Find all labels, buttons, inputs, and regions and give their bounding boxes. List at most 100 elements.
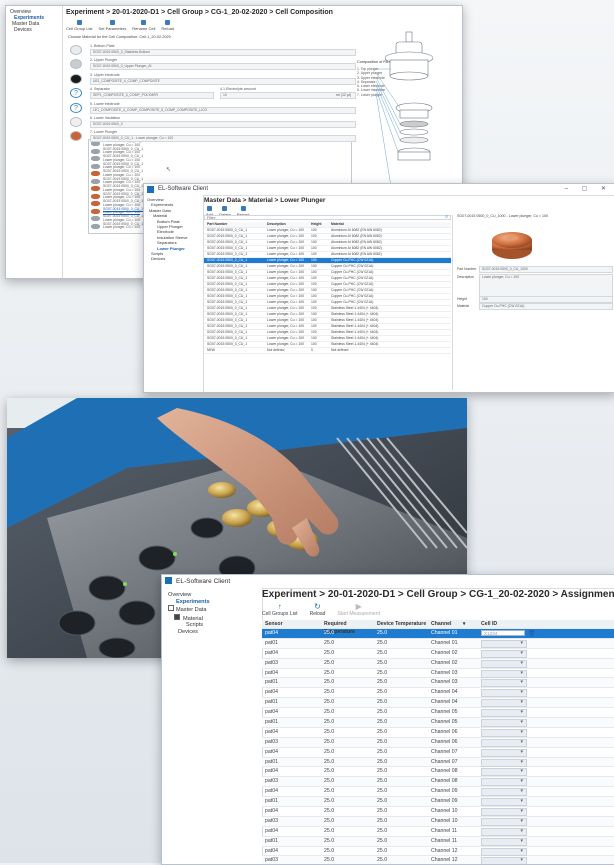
- table-row[interactable]: pat04 25.0 25.0 Channel 08: [262, 767, 614, 778]
- cell-id-select[interactable]: [481, 827, 527, 836]
- column-header[interactable]: Device Temperature: [377, 620, 431, 628]
- collapse-icon[interactable]: [168, 605, 174, 612]
- column-header[interactable]: Channel ▾: [431, 620, 481, 628]
- field-select[interactable]: UE1_COMPOSITE_4_COMP_COMPOSITE: [90, 77, 356, 85]
- cell-id-cell: [481, 847, 527, 856]
- table-row[interactable]: pat04 25.0 25.0 Channel 07: [262, 748, 614, 758]
- column-header[interactable]: Description: [267, 222, 311, 227]
- table-row[interactable]: pat04 25.0 25.0 Channel 12: [262, 847, 614, 857]
- filter-input[interactable]: Filter: ⌕: [204, 215, 451, 220]
- cell-id-select[interactable]: [481, 837, 527, 846]
- sidebar-item-material[interactable]: Material: [168, 613, 262, 623]
- reload-button[interactable]: Reload: [161, 20, 174, 31]
- table-cell: 25.0: [377, 709, 388, 716]
- cell-id-select[interactable]: [481, 817, 527, 826]
- table-cell: 0: [311, 348, 313, 352]
- field-select[interactable]: SG07-0015 0500_0_Stainless Bottom: [90, 49, 356, 56]
- table-row[interactable]: pat04 25.0 25.0 Channel 11: [262, 827, 614, 837]
- cell-groups-list-icon: ↑: [277, 602, 282, 611]
- table-row[interactable]: pat01 25.0 25.0 Channel 04: [262, 698, 614, 709]
- table-row[interactable]: pat04 25.0 25.0 Channel 10: [262, 807, 614, 817]
- field-select[interactable]: SG07-0015 0500_0_CU_1 - Lower plunger, C…: [90, 135, 356, 143]
- search-icon[interactable]: ⌕: [445, 215, 448, 220]
- field-select[interactable]: LE1_COMPOSITE_4_COMP_COMPOSITE_6_COMP_CO…: [90, 106, 356, 114]
- cell-id-select[interactable]: [481, 787, 527, 797]
- window-controls[interactable]: – ▢ ✕: [565, 184, 612, 195]
- height-field[interactable]: 100: [479, 296, 613, 303]
- collapse-icon[interactable]: [174, 613, 180, 620]
- cell-id-select[interactable]: [481, 728, 527, 737]
- sidebar-item-devices[interactable]: Devices: [147, 256, 203, 261]
- table-row[interactable]: pat03 25.0 25.0 Channel 08: [262, 777, 614, 788]
- cell-id-select[interactable]: [481, 669, 527, 678]
- sidebar-item-master-data[interactable]: Master Data: [168, 605, 262, 614]
- table-row[interactable]: NEW Not defined 0 Not defined: [204, 348, 451, 354]
- cell-id-select[interactable]: [481, 856, 527, 864]
- cell-id-select[interactable]: [481, 847, 527, 856]
- table-cell: 100: [311, 330, 317, 334]
- table-cell: Lower plunger, Cu = 100: [267, 294, 305, 298]
- cell-id-select[interactable]: [481, 708, 527, 718]
- cell-id-select[interactable]: [481, 767, 527, 777]
- column-header[interactable]: Required Temperature: [324, 620, 377, 635]
- sidebar-item-overview[interactable]: Overview: [168, 592, 262, 599]
- reload-button[interactable]: ↻ Reload: [310, 602, 326, 617]
- cell-id-select[interactable]: [481, 797, 527, 807]
- field-select[interactable]: SG07-0015 0500_0_Upper Plunger_AI: [90, 63, 356, 71]
- sidebar-item-scripts[interactable]: Scripts: [168, 622, 262, 629]
- part-number-field[interactable]: SG07-0015 0500_0_CU_1000: [479, 266, 613, 273]
- table-row[interactable]: pat03 25.0 25.0 Channel 02: [262, 658, 614, 669]
- lower-plunger-thumbnail-icon: [91, 148, 100, 154]
- column-header[interactable]: Sensor: [262, 620, 324, 628]
- cell-id-select[interactable]: [481, 758, 527, 767]
- table-row[interactable]: pat03 25.0 25.0 Channel 12: [262, 856, 614, 864]
- table-row[interactable]: pat04 25.0 25.0 Channel 04: [262, 688, 614, 699]
- cell-id-select[interactable]: [481, 639, 527, 648]
- sidebar-item-devices[interactable]: Devices: [168, 629, 262, 636]
- material-select[interactable]: Copper Cu-PHC (CW 021A): [479, 303, 613, 310]
- sort-icon[interactable]: ▾: [461, 621, 466, 627]
- table-row[interactable]: pat04 25.0 25.0 Channel 02: [262, 649, 614, 659]
- sidebar-item-experiments[interactable]: Experiments: [168, 599, 262, 606]
- table-cell: Channel 12: [431, 847, 458, 854]
- column-header[interactable]: Cell ID: [481, 620, 526, 628]
- cell-id-select[interactable]: [481, 688, 527, 698]
- cell-id-select[interactable]: [481, 777, 527, 787]
- table-row[interactable]: pat04 25.0 25.0 Channel 05: [262, 708, 614, 719]
- column-header[interactable]: Part Number: [204, 222, 267, 227]
- field-select[interactable]: SG07-0015 0500_0: [90, 121, 356, 128]
- cell-id-select[interactable]: [481, 748, 527, 757]
- table-row[interactable]: pat01 25.0 25.0 Channel 11: [262, 836, 614, 847]
- table-row[interactable]: pat04 25.0 25.0 Channel 01 X1234 🗑: [262, 629, 614, 639]
- cell-id-select[interactable]: [481, 738, 527, 747]
- start-measurement-button[interactable]: ▶ Start Measurement: [337, 602, 380, 617]
- sidebar-item-devices[interactable]: Devices: [10, 27, 62, 33]
- cell-id-select[interactable]: X1234: [481, 630, 525, 636]
- cell-group-list-button[interactable]: Cell Group List: [66, 20, 92, 31]
- set-parameters-button[interactable]: Set Parameters: [98, 20, 126, 31]
- table-row[interactable]: pat01 25.0 25.0 Channel 07: [262, 757, 614, 768]
- cell-groups-list-button[interactable]: ↑ Cell Groups List: [262, 602, 298, 617]
- table-row[interactable]: pat01 25.0 25.0 Channel 01: [262, 638, 614, 649]
- cell-id-select[interactable]: [481, 718, 527, 728]
- table-row[interactable]: pat01 25.0 25.0 Channel 05: [262, 718, 614, 728]
- column-header[interactable]: Material: [331, 222, 451, 227]
- cell-id-select[interactable]: [481, 659, 527, 668]
- column-header[interactable]: Height: [311, 222, 331, 227]
- cell-id-select[interactable]: [481, 698, 527, 708]
- cell-id-select[interactable]: [481, 678, 527, 688]
- table-row[interactable]: pat04 25.0 25.0 Channel 09: [262, 787, 614, 798]
- cell-id-select[interactable]: [481, 649, 527, 658]
- table-row[interactable]: pat03 25.0 25.0 Channel 06: [262, 737, 614, 748]
- table-row[interactable]: pat01 25.0 25.0 Channel 03: [262, 678, 614, 689]
- delete-icon[interactable]: 🗑: [528, 630, 536, 639]
- table-row[interactable]: pat04 25.0 25.0 Channel 03: [262, 669, 614, 679]
- cell-id-select[interactable]: [481, 807, 527, 817]
- table-row[interactable]: pat04 25.0 25.0 Channel 06: [262, 728, 614, 738]
- table-row[interactable]: pat01 25.0 25.0 Channel 09: [262, 797, 614, 808]
- splitter[interactable]: [452, 215, 453, 390]
- field-select[interactable]: SEP1_COMPOSITE_4_COMP_POLYMER: [90, 92, 214, 100]
- rename-cell-button[interactable]: Rename Cell: [132, 20, 155, 31]
- table-row[interactable]: pat03 25.0 25.0 Channel 10: [262, 816, 614, 827]
- table-cell: 25.0: [377, 669, 388, 676]
